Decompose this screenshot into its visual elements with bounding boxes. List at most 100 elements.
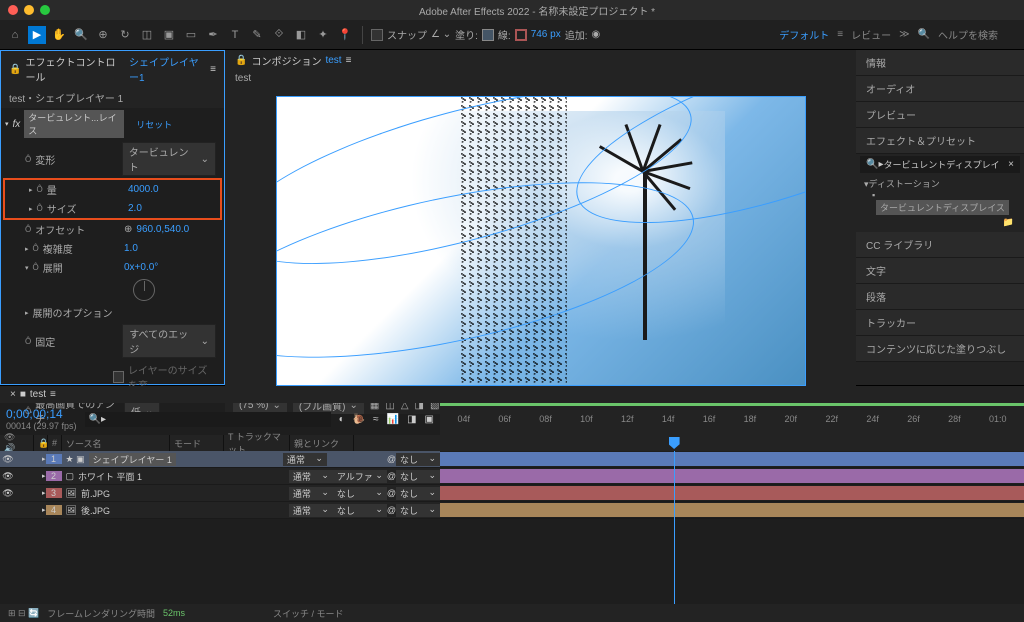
menu-icon[interactable]: ≡ [210,64,216,75]
playhead[interactable] [674,451,675,604]
pickwhip-icon[interactable]: @ [387,471,396,481]
layer-row[interactable]: 👁 ▸ 2 ▢ホワイト 平面 1 通常⌄ アルファ⌄ @ なし⌄ [0,468,440,485]
motion-blur-icon[interactable]: ≈ [373,414,379,425]
pickwhip-icon[interactable]: @ [387,488,396,498]
composition-viewer[interactable] [225,86,856,396]
effect-controls-panel: 🔒 エフェクトコントロール シェイプレイヤー1 ≡ test・シェイプレイヤー … [0,50,225,385]
panel-audio[interactable]: オーディオ [856,76,1024,102]
prop-transform[interactable]: Ô変形 タービュレント⌄ [1,140,224,178]
evolution-dial[interactable] [133,279,155,301]
composition-panel: 🔒 コンポジション test ≡ test [225,50,856,385]
timeline-header: 0;00;00;14 00014 (29.97 fps) 🔍▸ ◐ 🐌 ≈ 📊 … [0,403,1024,435]
clone-tool[interactable]: ⟐ [270,26,288,44]
prop-expand-options[interactable]: ▸展開のオプション [1,303,224,322]
home-icon[interactable]: ⌂ [6,26,24,44]
tree-item[interactable]: タービュレントディスプレイス [876,200,1009,215]
fill-control[interactable]: 塗り: [455,27,494,42]
reset-button[interactable]: リセット [136,118,172,131]
snap-toggle[interactable]: スナップ ∠ ⌄ [371,27,451,42]
folder-icon[interactable]: 📁 [1003,217,1014,227]
lock-icon[interactable]: 🔒 [9,64,21,75]
panel-effects-presets[interactable]: エフェクト＆プリセット [856,128,1024,154]
visibility-toggle[interactable]: 👁 [0,488,16,499]
panel-character[interactable]: 文字 [856,258,1024,284]
panel-paragraph[interactable]: 段落 [856,284,1024,310]
effects-search[interactable]: 🔍▸ × [860,156,1020,173]
prop-offset[interactable]: Ôオフセット ⊕ 960.0,540.0 [1,220,224,239]
panel-preview[interactable]: プレビュー [856,102,1024,128]
add-menu[interactable]: 追加: ◉ [565,27,601,42]
panel-info[interactable]: 情報 [856,50,1024,76]
layer-row[interactable]: 👁 ▸ 1 ★ ▣シェイプレイヤー 1 通常⌄ @ なし⌄ [0,451,440,468]
layer-row[interactable]: ▸ 4 🖼後.JPG 通常⌄ なし⌄ @ なし⌄ [0,502,440,519]
pen-tool[interactable]: ✒ [204,26,222,44]
prop-size[interactable]: ▸Ôサイズ 2.0 [5,199,220,218]
workspace-default[interactable]: デフォルト [779,27,829,42]
maximize-window-button[interactable] [40,5,50,15]
panel-tab[interactable]: 🔒 エフェクトコントロール シェイプレイヤー1 ≡ [1,51,224,87]
status-bar: ⊞ ⊟ 🔄 フレームレンダリング時間 52ms スイッチ / モード [0,604,1024,622]
clear-icon[interactable]: × [1008,159,1014,170]
minimize-window-button[interactable] [24,5,34,15]
lock-icon[interactable]: 🔒 [235,55,247,66]
anchor-tool[interactable]: ▣ [160,26,178,44]
toggle-switches-icon[interactable]: ⊞ ⊟ 🔄 [8,608,39,619]
panel-cc-libraries[interactable]: CC ライブラリ [856,232,1024,258]
highlighted-properties: ▸Ô量 4000.0 ▸Ôサイズ 2.0 [3,178,222,220]
brush-tool[interactable]: ✎ [248,26,266,44]
effect-header[interactable]: ▾fx タービュレント...レイス リセット [1,108,224,140]
puppet-tool[interactable]: 📍 [336,26,354,44]
hand-tool[interactable]: ✋ [50,26,68,44]
prop-evolution[interactable]: ▾Ô展開 0x+0.0° [1,258,224,277]
switch-mode-toggle[interactable]: スイッチ / モード [273,607,344,620]
camera-tool[interactable]: ◫ [138,26,156,44]
draft-icon[interactable]: ◨ [407,414,416,425]
render-icon[interactable]: ▣ [425,414,434,425]
close-window-button[interactable] [8,5,18,15]
roto-tool[interactable]: ✦ [314,26,332,44]
pickwhip-icon[interactable]: @ [387,454,396,464]
prop-pin[interactable]: Ô固定 すべてのエッジ⌄ [1,322,224,360]
pickwhip-icon[interactable]: @ [387,505,396,515]
shy-icon[interactable]: 🐌 [353,414,365,425]
timecode-display[interactable]: 0;00;00;14 [6,407,77,421]
crosshair-icon[interactable]: ⊕ [124,224,132,235]
tree-group[interactable]: ▾ディストーション [864,177,1016,190]
menu-icon[interactable]: ≡ [346,55,352,66]
comp-name-tab[interactable]: test [225,71,856,86]
fx-breadcrumb: test・シェイプレイヤー 1 [1,87,224,108]
panel-tracker[interactable]: トラッカー [856,310,1024,336]
stroke-control[interactable]: 線: 746 px [498,27,561,42]
workspace-review[interactable]: レビュー [851,27,891,42]
timeline-tracks[interactable] [440,451,1024,604]
menu-icon[interactable]: ≡ [837,29,843,40]
visibility-toggle[interactable]: 👁 [0,454,16,465]
rotation-tool[interactable]: ↻ [116,26,134,44]
search-icon: 🔍 [918,29,930,40]
zoom-tool[interactable]: 🔍 [72,26,90,44]
layer-search[interactable]: 🔍▸ [85,412,331,427]
parent-dropdown[interactable]: なし⌄ [396,453,440,466]
selection-tool[interactable]: ▶ [28,26,46,44]
prop-complexity[interactable]: ▸Ô複雑度 1.0 [1,239,224,258]
expand-icon[interactable]: ≫ [899,29,909,40]
orbit-tool[interactable]: ⊕ [94,26,112,44]
composition-tab[interactable]: 🔒 コンポジション test ≡ [225,50,856,71]
layer-switches-icon[interactable]: ◐ [339,414,345,425]
mode-dropdown[interactable]: 通常⌄ [283,453,327,466]
prop-amount[interactable]: ▸Ô量 4000.0 [5,180,220,199]
type-tool[interactable]: T [226,26,244,44]
panel-content-aware[interactable]: コンテンツに応じた塗りつぶし [856,336,1024,362]
fps-display: 00014 (29.97 fps) [6,421,77,431]
rectangle-tool[interactable]: ▭ [182,26,200,44]
search-help[interactable]: ヘルプを検索 [938,27,1018,42]
layer-list: 👁 ▸ 1 ★ ▣シェイプレイヤー 1 通常⌄ @ なし⌄ 👁 ▸ 2 ▢ホワイ… [0,451,440,604]
time-ruler[interactable]: 04f 06f 08f 10f 12f 14f 16f 18f 20f 22f … [440,403,1024,435]
timeline-tab[interactable]: ×■test≡ [0,386,1024,403]
graph-icon[interactable]: 📊 [387,414,399,425]
layer-row[interactable]: 👁 ▸ 3 🖼前.JPG 通常⌄ なし⌄ @ なし⌄ [0,485,440,502]
search-icon: 🔍▸ [866,159,883,170]
effects-search-input[interactable] [883,160,1008,170]
visibility-toggle[interactable]: 👁 [0,471,16,482]
eraser-tool[interactable]: ◧ [292,26,310,44]
